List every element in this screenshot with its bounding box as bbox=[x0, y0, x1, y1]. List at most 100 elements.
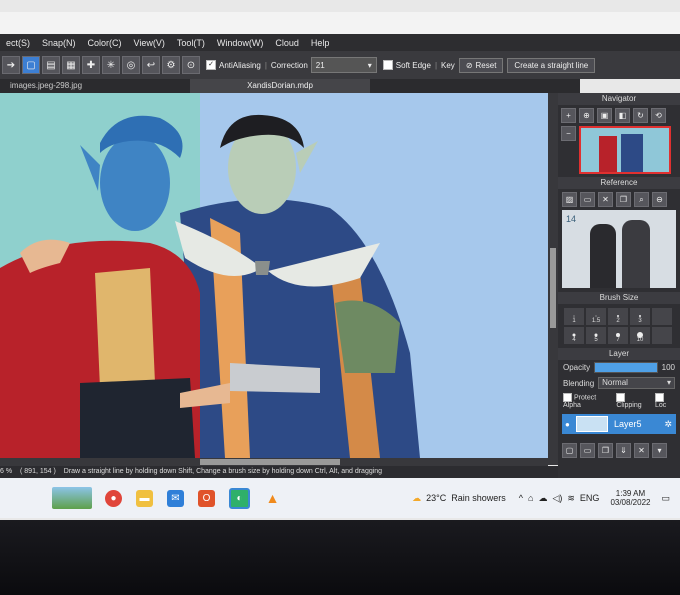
curve-snap-button[interactable]: ↩ bbox=[142, 56, 160, 74]
lock-label: Loc bbox=[654, 402, 667, 409]
soft-edge-checkbox[interactable] bbox=[382, 60, 393, 70]
clipping-option[interactable]: Clipping bbox=[616, 393, 649, 409]
notification-icon[interactable]: ▭ bbox=[661, 493, 670, 504]
chrome-icon[interactable]: ● bbox=[105, 489, 122, 507]
brush-size-cell[interactable]: 1.5 bbox=[586, 308, 606, 325]
clock-date: 03/08/2022 bbox=[610, 498, 651, 507]
duplicate-layer-icon[interactable]: ❐ bbox=[598, 443, 613, 458]
merge-layer-icon[interactable]: ⇓ bbox=[616, 443, 631, 458]
office-icon[interactable]: O bbox=[198, 489, 215, 507]
onedrive-icon[interactable]: ☁ bbox=[538, 493, 547, 504]
menu-tool[interactable]: Tool(T) bbox=[171, 38, 211, 48]
blending-select[interactable]: Normal ▾ bbox=[598, 377, 675, 389]
more-options-icon[interactable]: ▾ bbox=[652, 443, 667, 458]
wifi-icon[interactable]: ≋ bbox=[567, 493, 575, 504]
menu-snap[interactable]: Snap(N) bbox=[36, 38, 82, 48]
create-straight-line-button[interactable]: Create a straight line bbox=[507, 57, 596, 73]
brush-size-cell[interactable]: 10 bbox=[630, 327, 650, 344]
menu-color[interactable]: Color(C) bbox=[82, 38, 128, 48]
actual-size-icon[interactable]: ◧ bbox=[615, 108, 630, 123]
clipping-checkbox[interactable] bbox=[616, 393, 626, 402]
system-tray: ☁ 23°C Rain showers ^ ⌂ ☁ ◁) ≋ ENG 1:39 … bbox=[412, 478, 680, 518]
brush-size-grid: 1 1.5 2 3 4 5 7 10 bbox=[558, 304, 680, 348]
brush-size-cell[interactable]: 3 bbox=[630, 308, 650, 325]
perspective-button[interactable]: ✚ bbox=[82, 56, 100, 74]
fit-icon[interactable]: ▣ bbox=[597, 108, 612, 123]
delete-layer-icon[interactable]: ✕ bbox=[634, 443, 649, 458]
brush-size-cell[interactable] bbox=[652, 308, 672, 325]
network-icon[interactable]: ⌂ bbox=[528, 493, 533, 503]
temperature: 23°C bbox=[426, 493, 447, 503]
zoom-in-icon[interactable]: + bbox=[561, 108, 576, 123]
medibang-app-icon[interactable]: ◐ bbox=[229, 487, 250, 509]
menu-select[interactable]: ect(S) bbox=[0, 38, 36, 48]
horizontal-scrollbar[interactable] bbox=[0, 458, 548, 466]
reference-image[interactable]: 14 bbox=[562, 210, 676, 288]
landscape-thumbnail[interactable] bbox=[52, 487, 92, 509]
reference-header: Reference bbox=[558, 177, 680, 189]
rotate-icon[interactable]: ↻ bbox=[633, 108, 648, 123]
search-icon[interactable]: ⌕ bbox=[634, 192, 649, 207]
circle-snap-button[interactable]: ◎ bbox=[122, 56, 140, 74]
horizontal-scroll-thumb[interactable] bbox=[200, 459, 340, 465]
layer-mode-button[interactable]: ▤ bbox=[42, 56, 60, 74]
menu-help[interactable]: Help bbox=[305, 38, 336, 48]
zoom-out-icon[interactable]: − bbox=[561, 126, 576, 141]
antialiasing-checkbox[interactable]: ✓ bbox=[206, 60, 216, 70]
reset-view-icon[interactable]: ⟲ bbox=[651, 108, 666, 123]
grid-mode-button[interactable]: ▦ bbox=[62, 56, 80, 74]
new-layer-icon[interactable]: ▢ bbox=[562, 443, 577, 458]
brush-size-cell[interactable]: 5 bbox=[586, 327, 606, 344]
brush-size-cell[interactable]: 7 bbox=[608, 327, 628, 344]
opacity-slider[interactable] bbox=[594, 362, 658, 373]
tab-active-document[interactable]: XandisDorian.mdp bbox=[190, 79, 370, 93]
menu-cloud[interactable]: Cloud bbox=[269, 38, 305, 48]
gear-icon[interactable]: ✲ bbox=[664, 419, 672, 430]
vertical-scrollbar[interactable] bbox=[548, 93, 558, 465]
settings-button[interactable]: ⊙ bbox=[182, 56, 200, 74]
clock[interactable]: 1:39 AM 03/08/2022 bbox=[610, 489, 650, 507]
image-icon[interactable]: ▨ bbox=[562, 192, 577, 207]
zoom-icon[interactable]: ⊕ bbox=[579, 108, 594, 123]
menu-view[interactable]: View(V) bbox=[128, 38, 171, 48]
folder-icon[interactable]: ▭ bbox=[580, 192, 595, 207]
close-icon[interactable]: ✕ bbox=[598, 192, 613, 207]
protect-alpha-option[interactable]: Protect Alpha bbox=[563, 393, 610, 409]
menu-window[interactable]: Window(W) bbox=[211, 38, 270, 48]
correction-select[interactable]: 21 ▾ bbox=[310, 57, 377, 73]
navigator-preview[interactable] bbox=[579, 126, 671, 174]
radial-button[interactable]: ✳ bbox=[102, 56, 120, 74]
new-folder-icon[interactable]: ▭ bbox=[580, 443, 595, 458]
lock-option[interactable]: Loc bbox=[654, 393, 675, 409]
zoom-out-ref-icon[interactable]: ⊖ bbox=[652, 192, 667, 207]
language-indicator[interactable]: ENG bbox=[580, 493, 600, 503]
brush-size-cell[interactable]: 1 bbox=[564, 308, 584, 325]
volume-icon[interactable]: ◁) bbox=[552, 493, 562, 504]
eye-icon[interactable]: ● bbox=[565, 420, 570, 429]
vlc-icon[interactable]: ▲ bbox=[264, 490, 281, 507]
arrow-icon[interactable]: ➔ bbox=[2, 56, 20, 74]
vertical-scroll-thumb[interactable] bbox=[550, 248, 556, 328]
mail-icon[interactable]: ✉ bbox=[167, 489, 184, 507]
brush-size-cell[interactable]: 4 bbox=[564, 327, 584, 344]
brush-size-cell[interactable] bbox=[652, 327, 672, 344]
file-explorer-icon[interactable]: ▬ bbox=[136, 489, 153, 507]
opacity-value: 100 bbox=[661, 363, 675, 372]
no-entry-icon: ⊘ bbox=[465, 60, 473, 70]
weather-icon[interactable]: ☁ bbox=[412, 493, 421, 504]
zoom-level: 6 % bbox=[0, 468, 13, 475]
chevron-up-icon[interactable]: ^ bbox=[519, 493, 523, 503]
copy-icon[interactable]: ❐ bbox=[616, 192, 631, 207]
tab-reference-image[interactable]: images.jpeg-298.jpg bbox=[10, 81, 82, 90]
brush-size-cell[interactable]: 2 bbox=[608, 308, 628, 325]
layer-item[interactable]: ● Layer5 ✲ bbox=[562, 414, 676, 434]
gear-icon[interactable]: ⚙ bbox=[162, 56, 180, 74]
opacity-fill bbox=[595, 363, 657, 372]
lock-checkbox[interactable] bbox=[654, 393, 664, 402]
protect-alpha-checkbox[interactable] bbox=[563, 393, 572, 402]
layer-header: Layer bbox=[558, 348, 680, 360]
reset-button[interactable]: ⊘ Reset bbox=[458, 57, 504, 73]
reset-label: Reset bbox=[475, 60, 497, 70]
select-mode-button[interactable]: ▢ bbox=[22, 56, 40, 74]
drawing-canvas[interactable] bbox=[0, 93, 548, 458]
